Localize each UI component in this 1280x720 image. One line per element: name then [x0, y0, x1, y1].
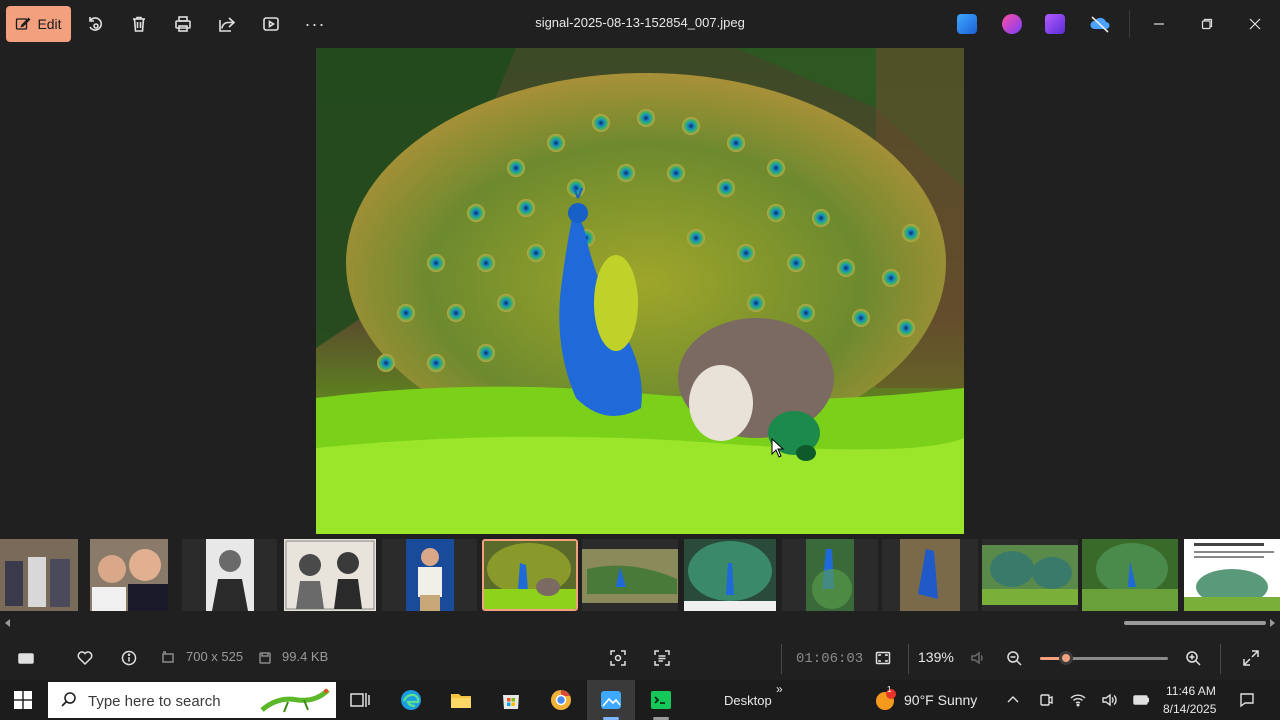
- status-divider-3: [1220, 644, 1221, 674]
- meet-now-icon[interactable]: [1038, 692, 1054, 708]
- zoom-in-icon[interactable]: [1183, 648, 1203, 668]
- photos-taskbar-icon[interactable]: [599, 688, 623, 712]
- zoom-level[interactable]: 139%: [918, 649, 954, 665]
- edit-label: Edit: [37, 16, 62, 32]
- filmstrip-toggle-icon[interactable]: [16, 648, 36, 668]
- clock-date[interactable]: 8/14/2025: [1163, 702, 1216, 716]
- chrome-browser-icon[interactable]: [549, 688, 573, 712]
- thumbnail-two-men-photo[interactable]: [90, 539, 168, 611]
- onedrive-offline-icon[interactable]: [1089, 14, 1110, 34]
- print-icon[interactable]: [171, 12, 195, 36]
- thumbnail-man-blue-bg[interactable]: [382, 539, 477, 611]
- fit-to-window-icon[interactable]: [873, 648, 893, 668]
- close-button[interactable]: [1235, 8, 1275, 40]
- weather-text[interactable]: 90°F Sunny: [904, 692, 977, 708]
- weather-sun-icon[interactable]: [874, 689, 896, 711]
- show-hidden-icons-icon[interactable]: [1005, 692, 1021, 708]
- edge-browser-icon[interactable]: [399, 688, 423, 712]
- minimize-button[interactable]: [1139, 8, 1179, 40]
- zoom-slider-knob[interactable]: [1058, 651, 1073, 665]
- zoom-out-icon[interactable]: [1004, 648, 1024, 668]
- share-icon[interactable]: [215, 12, 239, 36]
- clipchamp-icon[interactable]: [1002, 14, 1022, 34]
- photos-editor-icon[interactable]: [957, 14, 977, 34]
- notification-center-icon[interactable]: [1239, 692, 1255, 708]
- thumbnail-peacock-close[interactable]: [782, 539, 878, 611]
- main-photo[interactable]: [316, 48, 964, 534]
- scrollbar-thumb[interactable]: [1124, 621, 1266, 625]
- toolbar-divider: [1129, 10, 1130, 38]
- scroll-left-icon[interactable]: [4, 619, 12, 627]
- search-icon: [61, 692, 76, 707]
- dimensions-icon: [158, 648, 178, 668]
- volume-icon[interactable]: [1101, 692, 1117, 708]
- thumbnail-peacock-article[interactable]: [1184, 539, 1280, 611]
- image-viewer[interactable]: [0, 48, 1280, 535]
- visual-search-icon[interactable]: [608, 648, 628, 668]
- more-icon[interactable]: ···: [303, 12, 327, 36]
- scroll-right-icon[interactable]: [1268, 619, 1276, 627]
- thumbnail-two-portraits-bw[interactable]: [284, 539, 376, 611]
- task-view-icon[interactable]: [348, 688, 372, 712]
- favorite-icon[interactable]: [75, 648, 95, 668]
- rotate-icon[interactable]: [83, 12, 107, 36]
- microsoft-store-icon[interactable]: [499, 688, 523, 712]
- file-explorer-icon[interactable]: [449, 688, 473, 712]
- desktop-toolbar-label[interactable]: Desktop: [724, 693, 772, 708]
- scan-text-icon[interactable]: [652, 648, 672, 668]
- photos-app-window: Edit ··· signal-2025-08-13-152854_007.jp…: [0, 0, 1280, 720]
- zoom-slider[interactable]: [1040, 651, 1168, 665]
- thumbnail-man-suit-bw[interactable]: [182, 539, 277, 611]
- search-highlight-lizard-icon: [258, 682, 334, 718]
- filmstrip: [0, 537, 1280, 617]
- toolbar-expand-chevron[interactable]: »: [776, 682, 783, 696]
- thumbnail-peacock-garden[interactable]: [1082, 539, 1178, 611]
- thumbnail-peacock-blue[interactable]: [882, 539, 978, 611]
- thumbnail-peacock-display[interactable]: [684, 539, 776, 611]
- fullscreen-icon[interactable]: [1241, 648, 1261, 668]
- wifi-icon[interactable]: [1070, 692, 1086, 708]
- status-bar: 700 x 525 99.4 KB 01:06:03 139%: [0, 636, 1280, 680]
- mouse-cursor-icon: [771, 438, 785, 458]
- thumbnail-peacocks-field[interactable]: [982, 539, 1078, 611]
- thumbnail-peacock-ground[interactable]: [582, 539, 678, 611]
- status-divider-2: [908, 644, 909, 674]
- filmstrip-scrollbar[interactable]: [0, 617, 1280, 629]
- taskbar: Type here to search Desktop » 1 90°F Sun…: [0, 680, 1280, 720]
- thumbnail-group-photo[interactable]: [0, 539, 78, 611]
- file-size-icon: [255, 648, 275, 668]
- info-icon[interactable]: [119, 648, 139, 668]
- battery-icon[interactable]: [1133, 692, 1150, 708]
- title-bar: Edit ··· signal-2025-08-13-152854_007.jp…: [0, 0, 1280, 48]
- video-editor-icon[interactable]: [1045, 14, 1065, 34]
- image-dimensions: 700 x 525: [186, 649, 244, 664]
- volume-overlay-icon: [968, 648, 988, 668]
- slideshow-icon[interactable]: [259, 12, 283, 36]
- clock-time[interactable]: 11:46 AM: [1166, 684, 1216, 698]
- search-placeholder: Type here to search: [88, 693, 221, 710]
- edit-icon: [16, 17, 31, 30]
- file-size: 99.4 KB: [282, 649, 329, 664]
- edit-button[interactable]: Edit: [6, 6, 71, 42]
- taskbar-search-box[interactable]: Type here to search: [48, 682, 336, 718]
- restore-button[interactable]: [1187, 8, 1227, 40]
- thumbnail-peacock-peahen[interactable]: [482, 539, 578, 611]
- windows-start-icon[interactable]: [14, 691, 32, 709]
- terminal-icon[interactable]: [649, 688, 673, 712]
- weather-badge: 1: [887, 685, 892, 694]
- status-divider: [781, 644, 782, 674]
- overlay-timestamp: 01:06:03: [796, 651, 864, 667]
- delete-icon[interactable]: [127, 12, 151, 36]
